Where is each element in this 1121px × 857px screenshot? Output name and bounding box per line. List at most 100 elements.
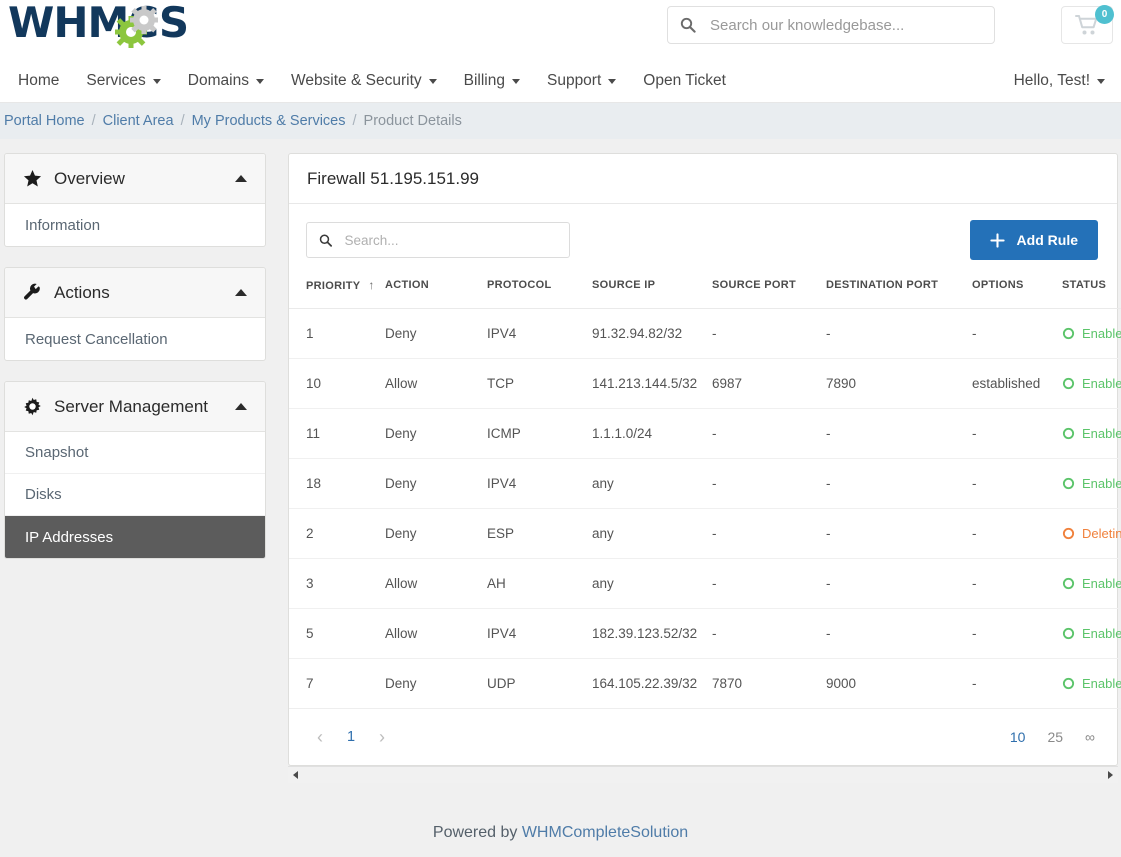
cell-source-port: -	[712, 459, 826, 509]
sidebar-item-disks[interactable]: Disks	[5, 474, 265, 516]
pagination-next-button[interactable]: ›	[365, 723, 399, 751]
rules-search-input[interactable]	[343, 232, 558, 249]
nav-item-website-security[interactable]: Website & Security	[291, 72, 437, 90]
cell-source-ip: 141.213.144.5/32	[592, 359, 712, 409]
sidebar-item-label: Request Cancellation	[25, 331, 168, 348]
table-body: 1 Deny IPV4 91.32.94.82/32 - - - Enabled	[289, 309, 1121, 709]
horizontal-scrollbar[interactable]	[288, 766, 1118, 783]
nav-item-services[interactable]: Services	[86, 72, 160, 90]
cell-source-port: -	[712, 609, 826, 659]
cell-destination-port: -	[826, 509, 972, 559]
nav-item-open-ticket[interactable]: Open Ticket	[643, 72, 726, 90]
nav-item-label: Domains	[188, 72, 249, 90]
knowledgebase-search[interactable]	[667, 6, 995, 44]
whmcs-logo[interactable]: WHMCS	[8, 2, 188, 44]
column-header-action[interactable]: ACTION	[385, 274, 487, 309]
add-rule-button[interactable]: Add Rule	[970, 220, 1098, 260]
triangle-left-icon[interactable]	[288, 767, 304, 784]
chevron-up-icon[interactable]	[235, 403, 247, 410]
column-header-source-ip[interactable]: SOURCE IP	[592, 274, 712, 309]
nav-item-home[interactable]: Home	[18, 72, 59, 90]
table-row[interactable]: 18 Deny IPV4 any - - - Enabled	[289, 459, 1121, 509]
cell-priority: 11	[289, 409, 385, 459]
sidebar-item-request-cancellation[interactable]: Request Cancellation	[5, 318, 265, 360]
user-menu[interactable]: Hello, Test!	[1014, 72, 1105, 90]
wrench-icon	[23, 283, 42, 302]
sidebar-panel-server-management: Server Management Snapshot Disks IP Addr…	[4, 381, 266, 559]
triangle-right-icon[interactable]	[1102, 767, 1118, 784]
breadcrumb-separator: /	[92, 113, 96, 129]
chevron-up-icon[interactable]	[235, 289, 247, 296]
pagination: ‹ 1 › 10 25 ∞	[289, 709, 1117, 765]
pagination-page-1[interactable]: 1	[337, 723, 365, 751]
sidebar-panel-header-overview[interactable]: Overview	[5, 154, 265, 204]
status-badge: Enabled	[1082, 476, 1121, 491]
user-menu-label: Hello, Test!	[1014, 72, 1090, 90]
breadcrumb-item-client-area[interactable]: Client Area	[103, 113, 174, 129]
cell-protocol: ICMP	[487, 409, 592, 459]
sidebar-item-ip-addresses[interactable]: IP Addresses	[5, 516, 265, 558]
column-header-options[interactable]: OPTIONS	[972, 274, 1062, 309]
sidebar-panel-header-server-management[interactable]: Server Management	[5, 382, 265, 432]
cell-status: Enabled	[1062, 609, 1121, 659]
pagination-prev-button[interactable]: ‹	[303, 723, 337, 751]
column-header-destination-port[interactable]: DESTINATION PORT	[826, 274, 972, 309]
knowledgebase-search-input[interactable]	[708, 16, 982, 35]
cell-action: Deny	[385, 509, 487, 559]
status-badge: Enabled	[1082, 676, 1121, 691]
cell-priority: 3	[289, 559, 385, 609]
sidebar-panel-title: Server Management	[54, 397, 235, 417]
status-circle-icon	[1062, 427, 1075, 440]
cart-button[interactable]: 0	[1061, 6, 1113, 44]
sidebar-item-information[interactable]: Information	[5, 204, 265, 246]
cell-destination-port: 7890	[826, 359, 972, 409]
column-header-protocol[interactable]: PROTOCOL	[487, 274, 592, 309]
column-header-status[interactable]: STATUS	[1062, 274, 1121, 309]
site-header: WHMCS	[0, 0, 1121, 60]
page-size-25[interactable]: 25	[1047, 729, 1063, 745]
nav-item-label: Open Ticket	[643, 72, 726, 90]
cell-action: Allow	[385, 609, 487, 659]
cell-protocol: IPV4	[487, 459, 592, 509]
chevron-up-icon[interactable]	[235, 175, 247, 182]
sidebar-panel-overview: Overview Information	[4, 153, 266, 247]
column-header-source-port[interactable]: SOURCE PORT	[712, 274, 826, 309]
table-row[interactable]: 2 Deny ESP any - - - Deleting	[289, 509, 1121, 559]
nav-item-domains[interactable]: Domains	[188, 72, 264, 90]
page-size-all[interactable]: ∞	[1085, 729, 1095, 745]
cell-status: Enabled	[1062, 359, 1121, 409]
logo-gears-icon	[111, 5, 167, 49]
cell-source-ip: any	[592, 559, 712, 609]
footer-link[interactable]: WHMCompleteSolution	[522, 824, 688, 841]
table-row[interactable]: 10 Allow TCP 141.213.144.5/32 6987 7890 …	[289, 359, 1121, 409]
page-size-10[interactable]: 10	[1010, 729, 1026, 745]
breadcrumb-item-my-products-services[interactable]: My Products & Services	[192, 113, 346, 129]
table-row[interactable]: 5 Allow IPV4 182.39.123.52/32 - - - Enab…	[289, 609, 1121, 659]
scrollbar-track[interactable]	[304, 767, 1102, 784]
chevron-down-icon	[512, 79, 520, 84]
breadcrumb-separator: /	[353, 113, 357, 129]
sidebar-panel-header-actions[interactable]: Actions	[5, 268, 265, 318]
nav-item-label: Billing	[464, 72, 505, 90]
table-row[interactable]: 1 Deny IPV4 91.32.94.82/32 - - - Enabled	[289, 309, 1121, 359]
column-header-priority[interactable]: PRIORITY↑	[289, 274, 385, 309]
main-navigation: Home Services Domains Website & Security…	[0, 60, 1121, 103]
cell-source-ip: any	[592, 509, 712, 559]
sidebar-item-snapshot[interactable]: Snapshot	[5, 432, 265, 474]
cell-destination-port: -	[826, 309, 972, 359]
status-circle-icon	[1062, 377, 1075, 390]
breadcrumb-item-portal-home[interactable]: Portal Home	[4, 113, 85, 129]
table-row[interactable]: 11 Deny ICMP 1.1.1.0/24 - - - Enabled	[289, 409, 1121, 459]
nav-item-billing[interactable]: Billing	[464, 72, 520, 90]
cell-source-ip: any	[592, 459, 712, 509]
table-row[interactable]: 7 Deny UDP 164.105.22.39/32 7870 9000 - …	[289, 659, 1121, 709]
cell-protocol: AH	[487, 559, 592, 609]
nav-item-support[interactable]: Support	[547, 72, 616, 90]
table-row[interactable]: 3 Allow AH any - - - Enabled	[289, 559, 1121, 609]
search-icon	[319, 233, 333, 248]
page-body: Overview Information Actions Request Can…	[0, 139, 1121, 814]
cell-source-port: 7870	[712, 659, 826, 709]
rules-search[interactable]	[306, 222, 570, 258]
cell-action: Deny	[385, 659, 487, 709]
site-footer: Powered by WHMCompleteSolution	[0, 814, 1121, 842]
